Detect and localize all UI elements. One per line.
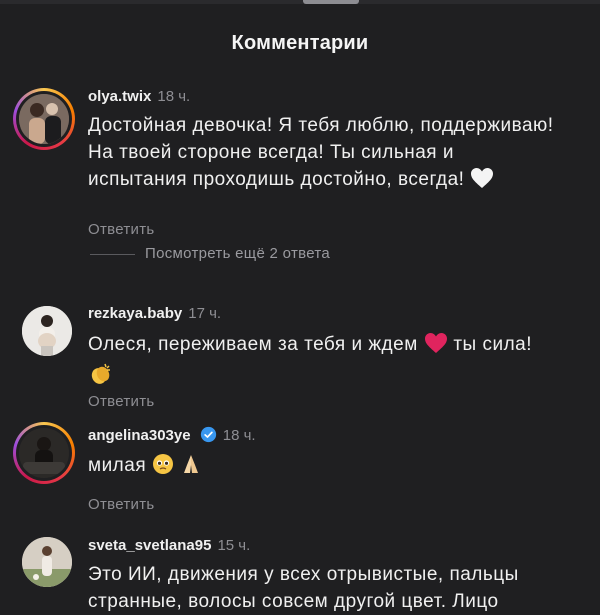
comment-text: милая [88, 452, 558, 483]
white-heart-icon [470, 167, 494, 197]
reply-button[interactable]: Ответить [88, 221, 155, 238]
red-heart-icon [424, 332, 448, 362]
pleading-face-icon [152, 453, 174, 483]
folded-hands-icon [180, 453, 202, 483]
timestamp: 15 ч. [217, 537, 251, 554]
username[interactable]: olya.twix 18 ч. [88, 88, 190, 105]
username[interactable]: sveta_svetlana95 15 ч. [88, 537, 250, 554]
reply-button[interactable]: Ответить [88, 496, 155, 513]
view-replies-button[interactable]: Посмотреть ещё 2 ответа [145, 245, 330, 262]
avatar[interactable] [19, 94, 69, 144]
timestamp: 17 ч. [188, 305, 222, 322]
page-title: Комментарии [231, 32, 369, 54]
drag-handle[interactable] [303, 0, 359, 4]
avatar[interactable] [22, 537, 72, 587]
username[interactable]: angelina303ye 18 ч. [88, 426, 256, 444]
comment-text: Это ИИ, движения у всех отрывистые, паль… [88, 564, 519, 612]
timestamp: 18 ч. [157, 88, 191, 105]
comment-text: Достойная девочка! Я тебя люблю, поддерж… [88, 112, 558, 197]
username[interactable]: rezkaya.baby 17 ч. [88, 305, 221, 322]
avatar[interactable] [19, 428, 69, 478]
verified-badge-icon [200, 426, 217, 443]
avatar[interactable] [22, 306, 72, 356]
comment-text: Олеся, переживаем за тебя и ждем ты сила… [88, 331, 558, 394]
sheet-top-edge [0, 0, 600, 4]
clapping-hands-icon [88, 362, 112, 394]
story-ring[interactable] [13, 88, 75, 150]
story-ring[interactable] [13, 422, 75, 484]
divider [90, 254, 135, 255]
reply-button[interactable]: Ответить [88, 393, 155, 410]
timestamp: 18 ч. [222, 427, 256, 444]
